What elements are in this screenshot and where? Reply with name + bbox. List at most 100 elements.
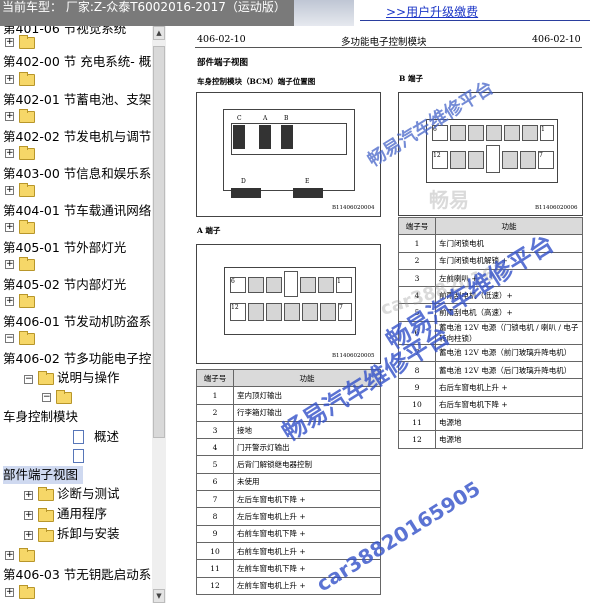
terminal-function: 前雨刮电机（低速）+ [435, 286, 583, 305]
collapse-icon[interactable]: − [5, 334, 14, 343]
page-title: 多功能电子控制模块 [341, 37, 427, 48]
expand-icon[interactable]: + [5, 223, 14, 232]
terminal-number: 10 [196, 541, 234, 561]
terminal-number: 7 [398, 343, 436, 363]
tree-item[interactable]: 第402-02 节发电机与调节 [3, 128, 153, 146]
table-row: 5 后背门解锁继电器控制 [196, 455, 381, 474]
collapse-icon[interactable]: − [24, 375, 33, 384]
tree-item-selected[interactable]: 部件端子视图 [3, 466, 83, 484]
terminal-function: 门开警示灯输出 [233, 438, 381, 457]
terminal-number: 8 [398, 361, 436, 380]
expand-icon[interactable]: + [24, 511, 33, 520]
table-row: 11 左前车窗电机下降 + [196, 559, 381, 578]
tree-item[interactable]: 拆卸与安装 [57, 525, 152, 543]
expand-icon[interactable]: + [5, 186, 14, 195]
scroll-up-arrow-icon[interactable]: ▲ [153, 26, 165, 40]
tree-item[interactable]: 第405-02 节内部灯光 [3, 276, 153, 294]
scroll-down-arrow-icon[interactable]: ▼ [153, 589, 165, 603]
expand-icon[interactable]: + [5, 38, 14, 47]
terminal-function: 左前喇叭 + [435, 268, 583, 288]
pin-cell [302, 303, 318, 321]
terminal-number: 1 [398, 234, 436, 253]
bcm-slot-d [231, 188, 261, 198]
tree-item[interactable]: 第404-01 节车载通讯网络 [3, 202, 153, 220]
terminal-function: 车门闭锁电机 [435, 234, 583, 253]
terminal-number: 3 [398, 268, 436, 288]
collapse-icon[interactable]: − [42, 393, 51, 402]
bcm-connector-figure: C A B D E B11406020004 [196, 92, 381, 217]
tree-item[interactable]: 诊断与测试 [57, 485, 152, 503]
table-row: 7 左后车窗电机下降 + [196, 490, 381, 509]
tree-item[interactable]: 概述 [94, 428, 152, 446]
table-row: 11 电源地 [398, 412, 583, 432]
folder-icon [19, 183, 35, 197]
tree-item[interactable]: 说明与操作 [57, 369, 152, 387]
tree-item[interactable]: 第402-01 节蓄电池、支架 [3, 91, 153, 109]
table-row: 10 右前车窗电机上升 + [196, 541, 381, 561]
current-vehicle-text: 当前车型： 厂家:Z-众泰T6002016-2017（运动版） [2, 0, 286, 14]
terminal-number: 6 [196, 472, 234, 492]
page-number-left: 406-02-10 [197, 34, 246, 45]
terminal-function: 蓄电池 12V 电源（门锁电机 / 喇叭 / 电子转向柱锁） [435, 320, 583, 345]
expand-icon[interactable]: + [5, 588, 14, 597]
terminal-number: 4 [196, 438, 234, 457]
terminal-function: 右后车窗电机上升 + [435, 378, 583, 397]
tree-item[interactable]: 第406-01 节发动机防盗系 [3, 313, 153, 331]
expand-icon[interactable]: + [5, 149, 14, 158]
table-row: 6 未使用 [196, 472, 381, 492]
terminal-function: 车门闭锁电机解锁 + [435, 251, 583, 270]
scroll-thumb[interactable] [153, 46, 165, 438]
banner-image [294, 0, 354, 26]
table-header: 端子号 [196, 368, 234, 388]
tree-item[interactable]: 第405-01 节外部灯光 [3, 239, 153, 257]
terminal-number: 12 [398, 430, 436, 449]
pin-cell [450, 125, 466, 141]
pin-cell [520, 151, 536, 169]
terminal-function: 右前车窗电机下降 + [233, 524, 381, 543]
expand-icon[interactable]: + [5, 297, 14, 306]
folder-open-icon [38, 371, 54, 385]
header-rule [195, 47, 582, 48]
connector-b-label: B 端子 [399, 74, 423, 83]
table-header: 端子号 [398, 216, 436, 236]
tree-item[interactable]: 通用程序 [57, 505, 152, 523]
expand-icon[interactable]: + [5, 260, 14, 269]
tree-item[interactable]: 第403-00 节信息和娱乐系 [3, 165, 153, 183]
upgrade-banner: >>用户升级缴费 [294, 0, 603, 26]
folder-icon [19, 72, 35, 86]
tree-item[interactable]: 第402-00 节 充电系统- 概 [3, 53, 153, 71]
pin-cell [318, 277, 334, 293]
terminal-function: 未使用 [233, 472, 381, 492]
expand-icon[interactable]: + [5, 75, 14, 84]
folder-icon [19, 548, 35, 562]
pin-cell: 1 [336, 277, 352, 293]
tree-item[interactable]: 第406-03 节无钥匙启动系 [3, 566, 153, 584]
pin-cell [320, 303, 336, 321]
terminal-table-b: 端子号 功能 1 车门闭锁电机 2 车门闭锁电机解锁 +3 左前喇叭 +4 前雨刮电机（低… [398, 216, 583, 449]
terminal-function: 行李箱灯输出 [233, 403, 381, 422]
tree-item[interactable]: 第406-02 节多功能电子控 [3, 350, 153, 368]
expand-icon[interactable]: + [24, 491, 33, 500]
expand-icon[interactable]: + [5, 551, 14, 560]
tree-item[interactable]: 车身控制模块 [3, 408, 153, 426]
pin-cell [468, 151, 484, 169]
pin-cell [450, 151, 466, 169]
terminal-number: 2 [398, 251, 436, 270]
pin-cell [284, 303, 300, 321]
pin-cell: 7 [338, 303, 352, 321]
section-title: 部件端子视图 [197, 58, 249, 68]
terminal-table-a: 端子号 功能 1 室内顶灯输出 2 行李箱灯输出 3 接地 4 门开警示灯输出 5 后背门解锁继电… [196, 368, 381, 595]
table-row: 3 接地 [196, 420, 381, 440]
expand-icon[interactable]: + [5, 112, 14, 121]
terminal-number: 9 [196, 524, 234, 543]
sidebar-tree[interactable]: 第401-06 节视觉系统 + 第402-00 节 充电系统- 概 + 第402… [0, 26, 166, 603]
terminal-number: 5 [398, 303, 436, 322]
expand-icon[interactable]: + [24, 531, 33, 540]
bcm-caption: 车身控制模块（BCM）端子位置图 [197, 77, 316, 86]
upgrade-link[interactable]: >>用户升级缴费 [386, 3, 478, 20]
pin-cell [502, 151, 518, 169]
terminal-number: 11 [196, 559, 234, 578]
sidebar-scrollbar[interactable]: ▲ ▼ [152, 26, 166, 603]
pin-cell [486, 125, 502, 141]
terminal-function: 后背门解锁继电器控制 [233, 455, 381, 474]
